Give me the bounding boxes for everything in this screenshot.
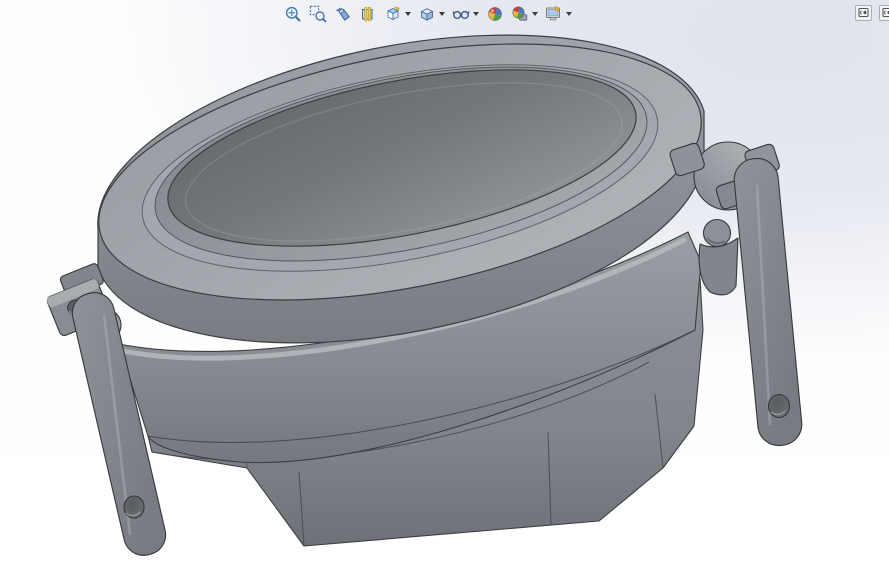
- solidworks-graphics-window: { "app": { "name": "CAD graphics area", …: [0, 0, 889, 567]
- view-settings-button[interactable]: [543, 3, 574, 24]
- hide-show-items-button[interactable]: [450, 3, 481, 24]
- apply-scene-icon: [511, 5, 529, 23]
- dropdown-arrow-icon[interactable]: [566, 11, 572, 16]
- view-settings-icon: [545, 5, 563, 23]
- view-orientation-button[interactable]: [382, 3, 413, 24]
- zoom-to-fit-button[interactable]: [282, 3, 304, 24]
- view-orientation-icon: [384, 5, 402, 23]
- zoom-area-icon: [309, 5, 327, 23]
- zoom-to-area-button[interactable]: [307, 3, 329, 24]
- section-view-button[interactable]: [357, 3, 379, 24]
- section-view-icon: [359, 5, 377, 23]
- previous-view-button[interactable]: [332, 3, 354, 24]
- heads-up-view-toolbar: [282, 2, 574, 25]
- pane-toggle-1-button[interactable]: [855, 5, 872, 21]
- display-style-icon: [418, 5, 436, 23]
- edit-appearance-icon: [486, 5, 504, 23]
- zoom-fit-icon: [284, 5, 302, 23]
- pane-toggle-2-button[interactable]: [879, 5, 889, 21]
- apply-scene-button[interactable]: [509, 3, 540, 24]
- edit-appearance-button[interactable]: [484, 3, 506, 24]
- 3d-model-camlock-coupling[interactable]: [0, 0, 889, 567]
- graphics-area[interactable]: [0, 0, 889, 567]
- pane-icon: [858, 6, 869, 21]
- dropdown-arrow-icon[interactable]: [473, 11, 479, 16]
- corner-pane-buttons: [855, 5, 889, 21]
- previous-view-icon: [334, 5, 352, 23]
- dropdown-arrow-icon[interactable]: [405, 11, 411, 16]
- dropdown-arrow-icon[interactable]: [439, 11, 445, 16]
- dropdown-arrow-icon[interactable]: [532, 11, 538, 16]
- display-style-button[interactable]: [416, 3, 447, 24]
- hide-show-icon: [452, 5, 470, 23]
- pane-icon: [882, 6, 889, 21]
